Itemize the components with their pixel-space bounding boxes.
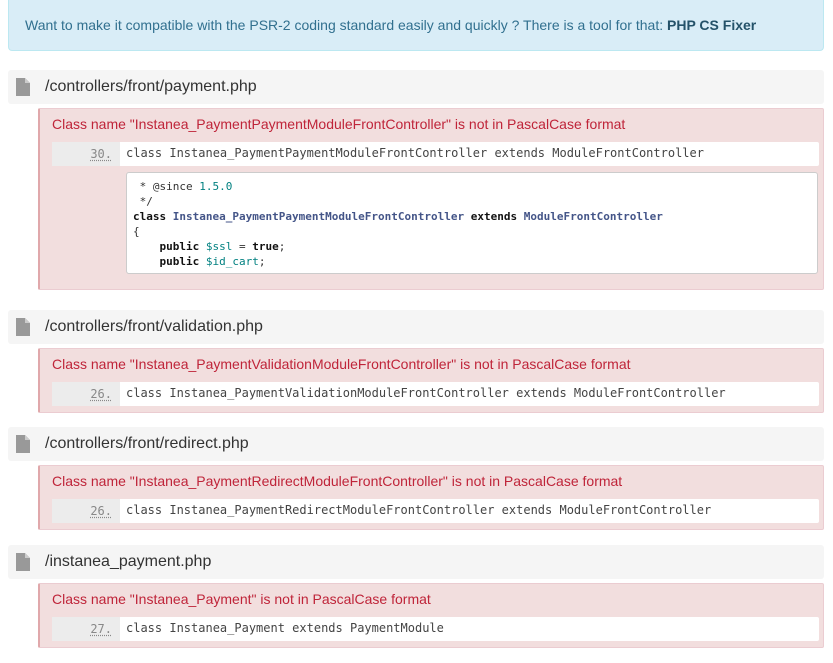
snippet-operator: =	[232, 240, 253, 253]
error-box: Class name "Instanea_Payment" is not in …	[38, 583, 824, 648]
snippet-class-name: Instanea_PaymentPaymentModuleFrontContro…	[172, 210, 465, 223]
error-message: Class name "Instanea_PaymentPaymentModul…	[52, 116, 626, 132]
file-section-instanea-payment: /instanea_payment.php Class name "Instan…	[8, 545, 824, 648]
file-section-redirect: /controllers/front/redirect.php Class na…	[8, 427, 824, 530]
snippet-comment: * @since	[133, 180, 200, 193]
snippet-variable: $id_cart	[205, 255, 259, 268]
info-banner: Want to make it compatible with the PSR-…	[8, 0, 824, 51]
line-code: class Instanea_Payment extends PaymentMo…	[126, 621, 444, 635]
snippet-comment-end: */	[133, 195, 153, 208]
line-code: class Instanea_PaymentRedirectModuleFron…	[126, 503, 712, 517]
php-cs-fixer-link[interactable]: PHP CS Fixer	[667, 17, 756, 33]
file-path: /instanea_payment.php	[45, 553, 212, 570]
file-path: /controllers/front/redirect.php	[45, 435, 249, 452]
line-number[interactable]: 27.	[52, 617, 120, 641]
snippet-variable: $ssl	[205, 240, 233, 253]
line-number[interactable]: 30.	[52, 142, 120, 166]
code-snippet: * @since 1.5.0 */ class Instanea_Payment…	[126, 172, 818, 274]
snippet-brace: {	[133, 225, 140, 238]
file-header[interactable]: /controllers/front/redirect.php	[8, 427, 824, 461]
error-box: Class name "Instanea_PaymentPaymentModul…	[38, 108, 824, 290]
file-section-payment: /controllers/front/payment.php Class nam…	[8, 70, 824, 290]
line-number[interactable]: 26.	[52, 382, 120, 406]
snippet-semicolon: ;	[278, 240, 286, 253]
file-path: /controllers/front/validation.php	[45, 318, 263, 335]
error-box: Class name "Instanea_PaymentRedirectModu…	[38, 465, 824, 530]
snippet-version: 1.5.0	[199, 180, 233, 193]
snippet-value: true	[252, 240, 279, 253]
code-line: 27. class Instanea_Payment extends Payme…	[52, 617, 819, 641]
code-line: 30. class Instanea_PaymentPaymentModuleF…	[52, 142, 819, 166]
line-code: class Instanea_PaymentPaymentModuleFront…	[126, 146, 704, 160]
file-icon	[16, 435, 30, 453]
snippet-keyword: public	[159, 240, 200, 253]
file-header[interactable]: /controllers/front/payment.php	[8, 70, 824, 104]
error-box: Class name "Instanea_PaymentValidationMo…	[38, 348, 824, 413]
error-message: Class name "Instanea_PaymentValidationMo…	[52, 356, 631, 372]
error-message: Class name "Instanea_Payment" is not in …	[52, 591, 431, 607]
code-line: 26. class Instanea_PaymentRedirectModule…	[52, 499, 819, 523]
file-icon	[16, 553, 30, 571]
line-code: class Instanea_PaymentValidationModuleFr…	[126, 386, 726, 400]
snippet-keyword: public	[159, 255, 200, 268]
banner-text: Want to make it compatible with the PSR-…	[25, 17, 667, 33]
error-message: Class name "Instanea_PaymentRedirectModu…	[52, 473, 623, 489]
file-icon	[16, 78, 30, 96]
file-header[interactable]: /controllers/front/validation.php	[8, 310, 824, 344]
code-line: 26. class Instanea_PaymentValidationModu…	[52, 382, 819, 406]
snippet-parent-class: ModuleFrontController	[523, 210, 663, 223]
file-header[interactable]: /instanea_payment.php	[8, 545, 824, 579]
file-path: /controllers/front/payment.php	[45, 78, 257, 95]
snippet-semicolon: ;	[258, 255, 266, 268]
file-icon	[16, 318, 30, 336]
line-number[interactable]: 26.	[52, 499, 120, 523]
file-section-validation: /controllers/front/validation.php Class …	[8, 310, 824, 413]
snippet-keyword: class	[133, 210, 167, 223]
snippet-keyword: extends	[470, 210, 518, 223]
